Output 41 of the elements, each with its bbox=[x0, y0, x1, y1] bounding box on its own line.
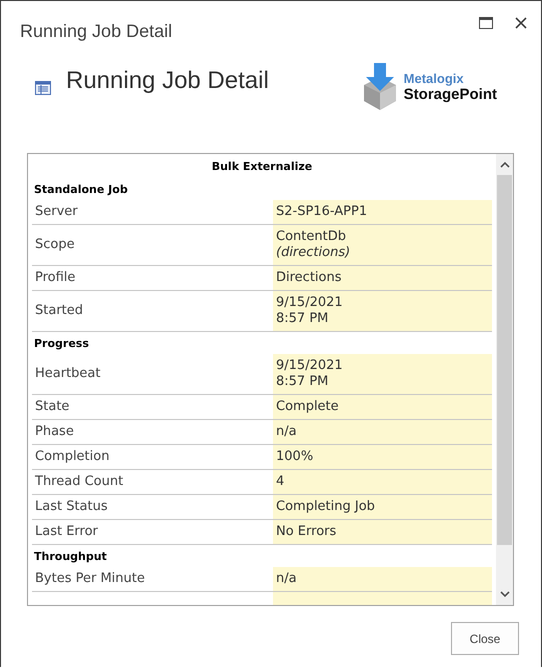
logo-product: StoragePoint bbox=[404, 86, 497, 103]
field-label: State bbox=[34, 398, 70, 416]
close-button[interactable]: Close bbox=[451, 622, 519, 655]
field-label: Last Status bbox=[34, 498, 109, 516]
field-value: No Errors bbox=[273, 520, 492, 544]
section-heading: Progress bbox=[33, 336, 90, 352]
field-label: Started bbox=[34, 302, 84, 320]
field-label: Profile bbox=[34, 269, 76, 287]
field-label: Completion bbox=[34, 448, 110, 466]
scrollbar[interactable] bbox=[496, 154, 513, 605]
section-heading: Standalone Job bbox=[33, 182, 129, 198]
field-value: n/a bbox=[273, 567, 492, 591]
window-title: Running Job Detail bbox=[20, 21, 172, 42]
field-label: Heartbeat bbox=[34, 365, 102, 383]
panel-title: Bulk Externalize bbox=[210, 159, 314, 175]
field-value: 9/15/2021 8:57 PM bbox=[273, 354, 492, 394]
field-label: Thread Count bbox=[34, 473, 124, 491]
field-label: Scope bbox=[34, 236, 76, 254]
field-value: 4 bbox=[273, 470, 492, 494]
field-value: 9/15/2021 8:57 PM bbox=[273, 291, 492, 331]
table-icon bbox=[35, 81, 51, 95]
close-icon[interactable] bbox=[515, 17, 527, 29]
page-heading: Running Job Detail bbox=[66, 67, 269, 95]
field-value: Completing Job bbox=[273, 495, 492, 519]
logo-brand: Metalogix bbox=[404, 71, 465, 86]
field-label: Phase bbox=[34, 423, 75, 441]
maximize-icon[interactable] bbox=[479, 17, 493, 29]
field-label: Last Error bbox=[34, 523, 99, 541]
field-value: n/a bbox=[273, 420, 492, 444]
field-label: Server bbox=[34, 203, 79, 221]
field-value: S2-SP16-APP1 bbox=[273, 200, 492, 224]
field-value: ContentDb (directions) bbox=[273, 225, 492, 265]
scroll-up-icon[interactable] bbox=[500, 161, 510, 168]
field-label: Bytes Per Minute bbox=[34, 570, 146, 588]
field-value: 100% bbox=[273, 445, 492, 469]
box-arrow-icon bbox=[362, 63, 398, 111]
section-heading: Throughput bbox=[33, 549, 108, 565]
scroll-down-icon[interactable] bbox=[500, 591, 510, 598]
scrollbar-thumb[interactable] bbox=[497, 175, 512, 545]
field-value: Complete bbox=[273, 395, 492, 419]
field-value: Directions bbox=[273, 266, 492, 290]
